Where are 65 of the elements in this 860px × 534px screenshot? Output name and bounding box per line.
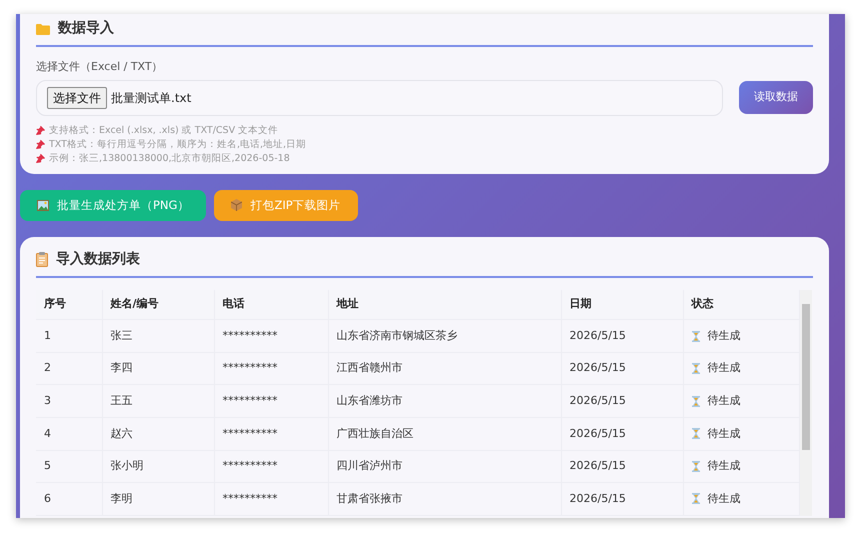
pin-icon	[36, 154, 45, 163]
table-cell: 山东省济南市钢城区茶乡	[328, 320, 561, 352]
column-header: 电话	[214, 290, 328, 320]
column-header: 序号	[36, 290, 102, 320]
scrollbar[interactable]	[800, 290, 812, 516]
table-cell: 4	[36, 417, 102, 450]
table-cell: 2026/5/15	[561, 482, 683, 516]
hint-text: 支持格式：Excel (.xlsx, .xls) 或 TXT/CSV 文本文件	[49, 124, 278, 138]
generate-button[interactable]: 批量生成处方单（PNG）	[20, 190, 206, 221]
hourglass-icon	[692, 460, 700, 472]
folder-icon	[36, 22, 50, 34]
table-cell: 2026/5/15	[561, 417, 683, 450]
table-cell: **********	[214, 352, 328, 385]
status-text: 待生成	[708, 458, 740, 474]
column-header: 姓名/编号	[102, 290, 214, 320]
hourglass-icon	[692, 363, 700, 374]
status-text: 待生成	[708, 490, 740, 507]
table-cell: 赵六	[102, 417, 214, 450]
table-cell: 李明	[102, 482, 214, 516]
picture-icon	[37, 200, 49, 211]
table-cell: **********	[214, 482, 328, 516]
status-text: 待生成	[708, 328, 740, 344]
pin-icon	[36, 126, 45, 135]
table-cell: 2026/5/15	[561, 384, 683, 418]
column-header: 地址	[328, 290, 561, 320]
table-cell: 6	[36, 482, 102, 516]
table-cell: 江西省赣州市	[328, 352, 561, 385]
table-cell: 1	[36, 320, 102, 352]
table-cell: 2	[36, 352, 102, 385]
table-cell: **********	[214, 450, 328, 483]
column-header: 状态	[683, 290, 799, 320]
clipboard-icon	[36, 252, 48, 267]
column-header: 日期	[561, 290, 683, 320]
table-cell: 5	[36, 450, 102, 483]
read-data-button[interactable]: 读取数据	[739, 81, 813, 114]
table-cell: **********	[214, 417, 328, 450]
hourglass-icon	[692, 396, 700, 407]
table-cell: 3	[36, 384, 102, 418]
hourglass-icon	[692, 330, 700, 342]
panel-title: 数据导入	[58, 19, 114, 38]
status-text: 待生成	[708, 426, 740, 442]
hourglass-icon	[692, 428, 700, 440]
table-cell: 2026/5/15	[561, 450, 683, 483]
panel-title: 导入数据列表	[56, 250, 140, 269]
table-cell: 甘肃省张掖市	[328, 482, 561, 516]
table-cell: **********	[214, 320, 328, 352]
status-text: 待生成	[708, 360, 740, 376]
table-cell: 王五	[102, 384, 214, 418]
hint-text: TXT格式：每行用逗号分隔，顺序为：姓名,电话,地址,日期	[49, 138, 306, 152]
pin-icon	[36, 140, 45, 149]
field-label: 选择文件（Excel / TXT）	[36, 59, 164, 75]
table-cell: 广西壮族自治区	[328, 417, 561, 450]
table-cell: 张三	[102, 320, 214, 352]
table-cell: 李四	[102, 352, 214, 385]
hourglass-icon	[692, 493, 700, 504]
table-cell: 2026/5/15	[561, 352, 683, 385]
hint-text: 示例：张三,13800138000,北京市朝阳区,2026-05-18	[49, 152, 290, 166]
table-cell: 山东省潍坊市	[328, 384, 561, 418]
file-input-field[interactable]: 选择文件 批量测试单.txt	[36, 80, 723, 116]
table-cell: 张小明	[102, 450, 214, 483]
status-text: 待生成	[708, 392, 740, 409]
package-icon	[231, 199, 242, 212]
table-cell: **********	[214, 384, 328, 418]
table-cell: 四川省泸州市	[328, 450, 561, 483]
table-cell: 2026/5/15	[561, 320, 683, 352]
